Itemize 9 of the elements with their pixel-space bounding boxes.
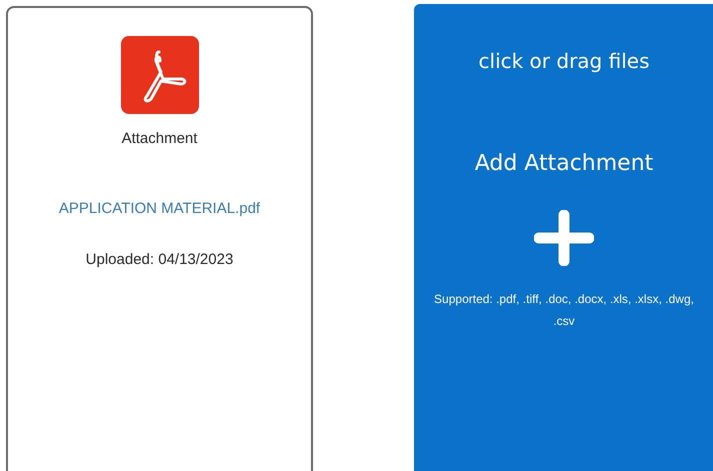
pdf-icon <box>120 36 198 114</box>
plus-icon <box>534 210 594 266</box>
attachment-label: Attachment <box>122 130 198 147</box>
upload-drop-area[interactable]: click or drag files Add Attachment Supported: .pdf, .tiff, .doc, .docx, .xls, .xlsx, .dwg, .csv <box>414 4 713 471</box>
file-link[interactable]: APPLICATION MATERIAL.pdf <box>58 200 260 217</box>
add-attachment-title: Add Attachment <box>474 151 654 176</box>
supported-formats: Supported: .pdf, .tiff, .doc, .docx, .xls, .xlsx, .dwg, .csv <box>433 291 695 330</box>
drop-hint: click or drag files <box>478 49 650 73</box>
upload-date: Uploaded: 04/13/2023 <box>86 251 234 268</box>
